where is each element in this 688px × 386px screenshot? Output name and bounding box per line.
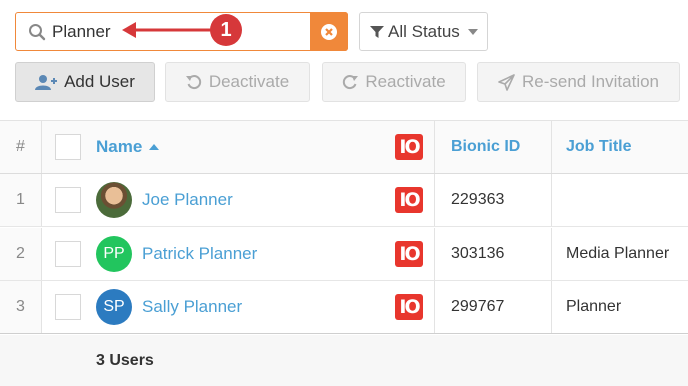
add-user-label: Add User xyxy=(64,72,135,91)
row-number-header: # xyxy=(0,121,42,173)
job-title-column-header[interactable]: Job Title xyxy=(566,121,688,173)
row-number: 1 xyxy=(0,174,42,226)
table-header: # Name IO Bionic ID Job Title xyxy=(0,120,688,174)
clear-icon xyxy=(321,23,337,40)
io-icon[interactable]: IO xyxy=(395,241,423,267)
user-count: 3 Users xyxy=(96,352,154,369)
avatar: SP xyxy=(96,289,132,325)
table-row: 2 PP Patrick Planner IO 303136 Media Pla… xyxy=(0,228,688,281)
filter-icon xyxy=(370,25,384,38)
job-title-cell xyxy=(566,174,688,226)
bionic-id-cell: 299767 xyxy=(434,281,552,333)
search-icon xyxy=(29,24,46,41)
user-name-link[interactable]: Sally Planner xyxy=(142,297,242,317)
reactivate-label: Reactivate xyxy=(365,72,446,91)
table-row: 3 SP Sally Planner IO 299767 Planner xyxy=(0,281,688,334)
undo-icon xyxy=(185,75,201,90)
add-user-button[interactable]: Add User xyxy=(15,62,155,102)
refresh-icon xyxy=(343,75,359,90)
sort-ascending-icon xyxy=(149,144,160,150)
paper-plane-icon xyxy=(498,73,515,91)
io-icon: IO xyxy=(395,134,423,160)
bionic-id-cell: 229363 xyxy=(434,174,552,226)
annotation-arrow xyxy=(122,22,212,38)
table-footer: 3 Users xyxy=(0,335,688,386)
row-number: 3 xyxy=(0,281,42,333)
io-icon[interactable]: IO xyxy=(395,294,423,320)
reactivate-button[interactable]: Reactivate xyxy=(322,62,466,102)
resend-invitation-label: Re-send Invitation xyxy=(521,72,660,91)
user-name-link[interactable]: Patrick Planner xyxy=(142,244,257,264)
resend-invitation-button[interactable]: Re-send Invitation xyxy=(477,62,680,102)
io-icon[interactable]: IO xyxy=(395,187,423,213)
chevron-down-icon xyxy=(467,28,478,35)
bionic-id-cell: 303136 xyxy=(434,228,552,280)
row-checkbox[interactable] xyxy=(55,187,81,213)
status-filter-label: All Status xyxy=(388,21,460,41)
avatar xyxy=(96,182,132,218)
name-column-header[interactable]: Name xyxy=(96,121,386,173)
deactivate-label: Deactivate xyxy=(208,72,290,91)
clear-search-button[interactable] xyxy=(310,12,348,51)
table-row: 1 Joe Planner IO 229363 xyxy=(0,174,688,227)
deactivate-button[interactable]: Deactivate xyxy=(165,62,310,102)
avatar: PP xyxy=(96,236,132,272)
bionic-id-column-header[interactable]: Bionic ID xyxy=(434,121,552,173)
job-title-cell: Media Planner xyxy=(566,245,670,262)
name-header-label: Name xyxy=(96,137,143,156)
row-checkbox[interactable] xyxy=(55,241,81,267)
row-number: 2 xyxy=(0,228,42,280)
add-user-icon xyxy=(35,75,58,90)
annotation-marker: 1 xyxy=(210,14,242,46)
row-checkbox[interactable] xyxy=(55,294,81,320)
status-filter-dropdown[interactable]: All Status xyxy=(359,12,488,51)
job-title-cell: Planner xyxy=(566,298,622,315)
select-all-checkbox[interactable] xyxy=(55,134,81,160)
user-name-link[interactable]: Joe Planner xyxy=(142,190,233,210)
